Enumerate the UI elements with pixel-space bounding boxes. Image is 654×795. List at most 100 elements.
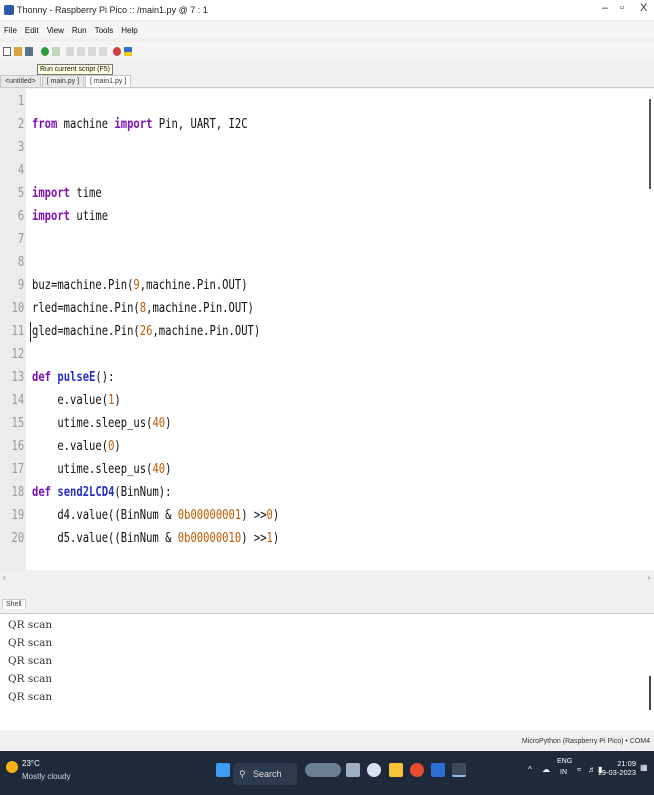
line-number: 9 (17, 277, 25, 293)
code-line[interactable]: 1 (0, 90, 499, 113)
file-explorer-icon[interactable] (389, 763, 403, 777)
chat-icon[interactable] (367, 763, 381, 777)
code-line[interactable]: 12 (0, 343, 499, 366)
code-line[interactable]: 18 def send2LCD4(BinNum): (0, 481, 499, 504)
code-line[interactable]: 3 (0, 136, 499, 159)
line-number: 6 (17, 208, 25, 224)
widget-scenery-icon[interactable] (305, 763, 341, 777)
run-icon[interactable] (41, 46, 49, 56)
line-number: 10 (11, 300, 25, 316)
menu-view[interactable]: View (47, 26, 64, 35)
line-number: 11 (11, 323, 25, 339)
line-number: 16 (11, 438, 25, 454)
weather-icon[interactable] (6, 761, 18, 773)
code-text[interactable]: e.value(1) (32, 392, 121, 408)
stop-icon[interactable] (113, 46, 121, 56)
code-text[interactable]: utime.sleep_us(40) (32, 415, 171, 431)
code-line[interactable]: 6 import utime (0, 205, 499, 228)
minimize-button[interactable]: – (602, 2, 608, 14)
code-text[interactable]: def send2LCD4(BinNum): (32, 484, 171, 500)
shell-output-line: QR scan (8, 637, 53, 649)
clock-date: 19-03-2023 (597, 768, 636, 777)
code-text[interactable]: utime.sleep_us(40) (32, 461, 171, 477)
code-text[interactable]: import utime (32, 208, 108, 224)
resume-icon[interactable] (99, 46, 107, 56)
code-line[interactable]: 19 d4.value((BinNum & 0b00000001) >>0) (0, 504, 499, 527)
chrome-icon[interactable] (410, 763, 424, 777)
code-text[interactable]: gled=machine.Pin(26,machine.Pin.OUT) (32, 323, 260, 339)
code-text[interactable]: rled=machine.Pin(8,machine.Pin.OUT) (32, 300, 254, 316)
code-line[interactable]: 5 import time (0, 182, 499, 205)
wifi-icon[interactable]: ≈ (577, 765, 581, 774)
code-line[interactable]: 17 utime.sleep_us(40) (0, 458, 499, 481)
code-line[interactable]: 10 rled=machine.Pin(8,machine.Pin.OUT) (0, 297, 499, 320)
code-line[interactable]: 13 def pulseE(): (0, 366, 499, 389)
shell-scrollbar[interactable] (649, 676, 651, 710)
line-number: 5 (17, 185, 25, 201)
shell-panel[interactable]: QR scan QR scan QR scan QR scan QR scan (0, 614, 654, 730)
code-editor[interactable]: 1 2 from machine import Pin, UART, I2C 3 4 5 i… (0, 89, 654, 570)
step-out-icon[interactable] (88, 46, 96, 56)
interpreter-status[interactable]: MicroPython (Raspberry Pi Pico) • COM4 (522, 738, 650, 745)
line-number: 19 (11, 507, 25, 523)
new-file-icon[interactable] (3, 46, 11, 56)
menu-run[interactable]: Run (72, 26, 87, 35)
code-line[interactable]: 20 d5.value((BinNum & 0b00000010) >>1) (0, 527, 499, 550)
menu-edit[interactable]: Edit (25, 26, 39, 35)
tab-shell[interactable]: Shell (2, 599, 26, 609)
weather-temperature[interactable]: 23°C (22, 759, 40, 768)
editor-horizontal-scrollbar[interactable]: ‹ › (0, 572, 654, 584)
language-code[interactable]: ENG (557, 758, 572, 765)
task-view-icon[interactable] (346, 763, 360, 777)
code-line[interactable]: 9 buz=machine.Pin(9,machine.Pin.OUT) (0, 274, 499, 297)
tab-main1[interactable]: [ main1.py ] (85, 75, 132, 87)
code-line[interactable]: 16 e.value(0) (0, 435, 499, 458)
notification-icon[interactable]: ▦ (640, 763, 648, 772)
onedrive-icon[interactable]: ☁ (542, 765, 550, 774)
code-line[interactable]: 15 utime.sleep_us(40) (0, 412, 499, 435)
shell-output-line: QR scan (8, 673, 53, 685)
scroll-right-icon[interactable]: › (647, 573, 650, 582)
step-over-icon[interactable] (66, 46, 74, 56)
code-line[interactable]: 2 from machine import Pin, UART, I2C (0, 113, 499, 136)
menu-tools[interactable]: Tools (95, 26, 114, 35)
step-into-icon[interactable] (77, 46, 85, 56)
editor-scrollbar[interactable] (649, 99, 651, 189)
code-line[interactable]: 14 e.value(1) (0, 389, 499, 412)
thonny-taskbar-icon[interactable] (452, 763, 466, 777)
line-number: 2 (17, 116, 25, 132)
start-windows-icon[interactable] (216, 763, 230, 777)
maximize-button[interactable]: ▫ (620, 2, 624, 14)
save-icon[interactable] (25, 46, 33, 56)
line-number: 17 (11, 461, 25, 477)
code-text[interactable]: e.value(0) (32, 438, 121, 454)
weather-description[interactable]: Mostly cloudy (22, 772, 70, 781)
volume-icon[interactable]: ♬ (588, 765, 596, 774)
close-button[interactable]: X (640, 2, 647, 14)
tab-untitled[interactable]: <untitled> (0, 75, 41, 87)
tab-main[interactable]: [ main.py ] (41, 75, 85, 87)
word-icon[interactable] (431, 763, 445, 777)
shell-output-line: QR scan (8, 691, 53, 703)
code-text[interactable]: buz=machine.Pin(9,machine.Pin.OUT) (32, 277, 248, 293)
menu-help[interactable]: Help (121, 26, 137, 35)
code-line[interactable]: 11 gled=machine.Pin(26,machine.Pin.OUT) (0, 320, 499, 343)
search-box[interactable]: ⚲ Search (233, 763, 297, 785)
menu-file[interactable]: File (4, 26, 17, 35)
code-text[interactable]: def pulseE(): (32, 369, 114, 385)
code-text[interactable]: d5.value((BinNum & 0b00000010) >>1) (32, 530, 279, 546)
code-line[interactable]: 4 (0, 159, 499, 182)
code-line[interactable]: 7 (0, 228, 499, 251)
scroll-left-icon[interactable]: ‹ (3, 573, 6, 582)
code-text[interactable]: d4.value((BinNum & 0b00000001) >>0) (32, 507, 279, 523)
show-hidden-icons-icon[interactable]: ^ (528, 765, 532, 774)
debug-icon[interactable] (52, 46, 60, 56)
open-file-icon[interactable] (14, 46, 22, 56)
code-line[interactable]: 8 (0, 251, 499, 274)
clock[interactable]: 21:09 19-03-2023 (598, 759, 636, 777)
language-region[interactable]: IN (560, 769, 567, 776)
python-icon[interactable] (124, 46, 132, 56)
code-text[interactable]: import time (32, 185, 102, 201)
line-number: 12 (11, 346, 25, 362)
code-text[interactable]: from machine import Pin, UART, I2C (32, 116, 248, 132)
